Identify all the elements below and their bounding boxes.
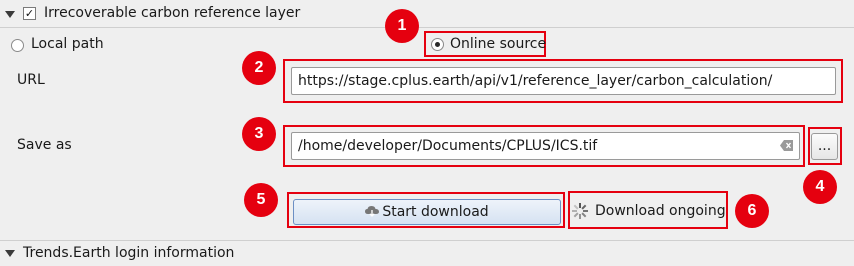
group-header-irrecoverable-carbon: ✓ Irrecoverable carbon reference layer (0, 0, 854, 28)
url-label: URL (17, 72, 45, 88)
annotation-badge-5: 5 (244, 183, 278, 217)
radio-selected-dot (435, 42, 440, 47)
start-download-label: Start download (382, 204, 489, 220)
clear-field-icon[interactable] (780, 140, 794, 151)
annotation-badge-1: 1 (385, 9, 419, 43)
online-source-label[interactable]: Online source (450, 36, 546, 52)
loading-spinner-icon (572, 203, 588, 219)
expand-arrow-icon[interactable] (5, 250, 15, 257)
group-title: Irrecoverable carbon reference layer (44, 5, 301, 21)
browse-button[interactable]: ... (811, 133, 838, 160)
expand-arrow-icon[interactable] (5, 11, 15, 18)
start-download-button[interactable]: Start download (293, 199, 561, 225)
local-path-radio[interactable] (11, 39, 24, 52)
annotation-badge-4: 4 (803, 170, 837, 204)
annotation-badge-6: 6 (735, 194, 769, 228)
save-as-label: Save as (17, 137, 72, 153)
url-input[interactable]: https://stage.cplus.earth/api/v1/referen… (291, 67, 836, 95)
collapsed-group-title[interactable]: Trends.Earth login information (23, 245, 234, 261)
section-divider (0, 240, 854, 241)
annotation-badge-3: 3 (242, 117, 276, 151)
local-path-label[interactable]: Local path (31, 36, 104, 52)
online-source-radio[interactable] (431, 38, 444, 51)
annotation-badge-2: 2 (242, 51, 276, 85)
group-checkbox[interactable]: ✓ (23, 7, 36, 20)
cloud-download-icon (365, 206, 380, 217)
save-as-input[interactable]: /home/developer/Documents/CPLUS/ICS.tif (291, 132, 800, 160)
download-status-label: Download ongoing (595, 203, 726, 219)
